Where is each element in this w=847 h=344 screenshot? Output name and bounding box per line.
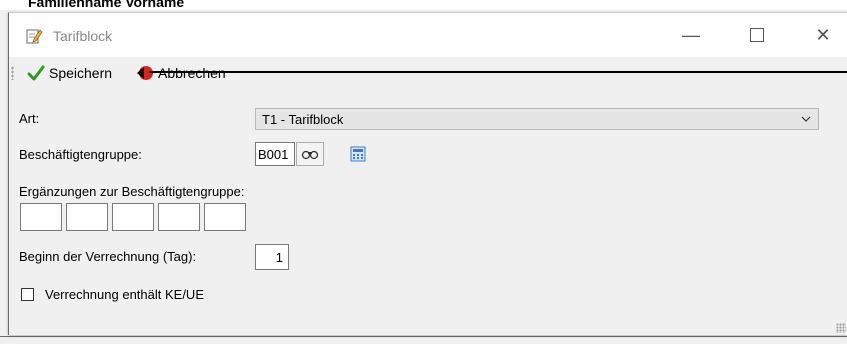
chevron-down-icon — [801, 116, 811, 122]
form-panel: Art: T1 - Tarifblock Beschäftigtengruppe… — [9, 87, 847, 315]
art-select[interactable]: T1 - Tarifblock — [255, 108, 819, 130]
background-divider — [0, 336, 847, 337]
start-day-field[interactable]: 1 — [255, 244, 289, 270]
status-bar — [9, 315, 847, 335]
art-value: T1 - Tarifblock — [262, 112, 344, 127]
maximize-button[interactable] — [735, 21, 779, 49]
group-label: Beschäftigtengruppe: — [19, 147, 142, 162]
background-window: Familienname Vorname — [0, 0, 847, 10]
art-label: Art: — [19, 111, 40, 126]
group-code-field[interactable]: B001 — [255, 142, 295, 166]
title-bar[interactable]: Tarifblock — ✕ — [9, 13, 847, 57]
tarifblock-dialog: Tarifblock — ✕ Speichern Abbrechen Art: — [8, 12, 847, 335]
minimize-icon: — — [682, 24, 700, 45]
close-button[interactable]: ✕ — [801, 21, 845, 49]
save-button[interactable]: Speichern — [27, 63, 112, 83]
binoculars-icon — [301, 150, 319, 160]
minimize-button[interactable]: — — [669, 21, 713, 49]
calculator-icon[interactable] — [350, 146, 366, 162]
extension-field-2[interactable] — [66, 203, 108, 231]
start-day-label: Beginn der Verrechnung (Tag): — [19, 249, 197, 264]
save-label: Speichern — [49, 65, 113, 81]
maximize-icon — [750, 28, 764, 42]
cancel-label: Abbrechen — [158, 65, 226, 81]
group-search-button[interactable] — [296, 142, 324, 166]
extensions-label: Ergänzungen zur Beschäftigtengruppe: — [19, 184, 245, 199]
background-name-header: Familienname Vorname — [28, 0, 185, 10]
ke-ue-label: Verrechnung enthält KE/UE — [45, 287, 204, 302]
extension-field-1[interactable] — [20, 203, 62, 231]
checkmark-icon — [27, 65, 45, 81]
ke-ue-checkbox[interactable] — [21, 288, 34, 301]
cancel-button[interactable]: Abbrechen — [136, 63, 226, 83]
extension-field-5[interactable] — [204, 203, 246, 231]
edit-document-icon — [26, 29, 43, 44]
toolbar-overlay-line — [149, 71, 847, 73]
cancel-icon — [137, 66, 153, 80]
resize-grip[interactable] — [836, 323, 846, 333]
close-icon: ✕ — [815, 24, 831, 45]
window-title: Tarifblock — [53, 28, 113, 44]
extension-field-4[interactable] — [158, 203, 200, 231]
toolbar-grip[interactable] — [11, 66, 14, 80]
extension-field-3[interactable] — [112, 203, 154, 231]
